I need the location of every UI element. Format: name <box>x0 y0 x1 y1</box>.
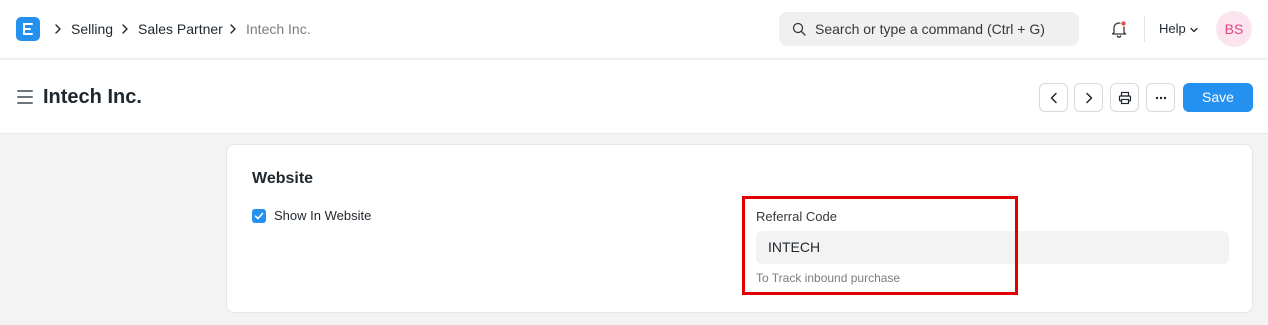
show-in-website-checkbox[interactable] <box>252 209 266 223</box>
printer-icon <box>1118 91 1132 105</box>
referral-code-input[interactable] <box>756 231 1229 264</box>
more-actions-button[interactable] <box>1146 83 1175 112</box>
checkmark-icon <box>254 212 264 220</box>
chevron-down-icon[interactable] <box>1189 25 1199 35</box>
navbar-divider <box>1144 16 1145 42</box>
page-title: Intech Inc. <box>43 86 142 108</box>
user-avatar[interactable]: BS <box>1216 11 1252 47</box>
chevron-right-icon <box>55 24 61 34</box>
more-horizontal-icon <box>1155 96 1167 100</box>
sidebar-toggle-icon[interactable] <box>17 90 33 104</box>
search-placeholder: Search or type a command (Ctrl + G) <box>815 21 1045 37</box>
section-title: Website <box>252 170 314 187</box>
search-icon <box>792 22 806 36</box>
save-button[interactable]: Save <box>1183 83 1253 112</box>
chevron-right-icon <box>230 24 236 34</box>
previous-record-button[interactable] <box>1039 83 1068 112</box>
referral-code-help-text: To Track inbound purchase <box>756 271 901 285</box>
search-bar[interactable]: Search or type a command (Ctrl + G) <box>779 12 1079 46</box>
breadcrumb-sales-partner[interactable]: Sales Partner <box>138 20 223 38</box>
print-button[interactable] <box>1110 83 1139 112</box>
page-header: Intech Inc. Save <box>0 60 1268 134</box>
chevron-left-icon <box>1050 92 1057 104</box>
navbar: Selling Sales Partner Intech Inc. Search… <box>0 0 1268 59</box>
breadcrumb-current[interactable]: Intech Inc. <box>246 20 311 38</box>
show-in-website-label[interactable]: Show In Website <box>274 208 371 224</box>
chevron-right-icon <box>1086 92 1093 104</box>
chevron-right-icon <box>122 24 128 34</box>
help-menu[interactable]: Help <box>1159 21 1186 37</box>
next-record-button[interactable] <box>1074 83 1103 112</box>
breadcrumb-selling[interactable]: Selling <box>71 20 113 38</box>
website-section-card: Website Show In Website Referral Code To… <box>226 144 1253 313</box>
notification-bell-icon[interactable] <box>1109 19 1129 39</box>
app-logo-icon[interactable] <box>16 17 40 41</box>
referral-code-label: Referral Code <box>756 209 837 224</box>
